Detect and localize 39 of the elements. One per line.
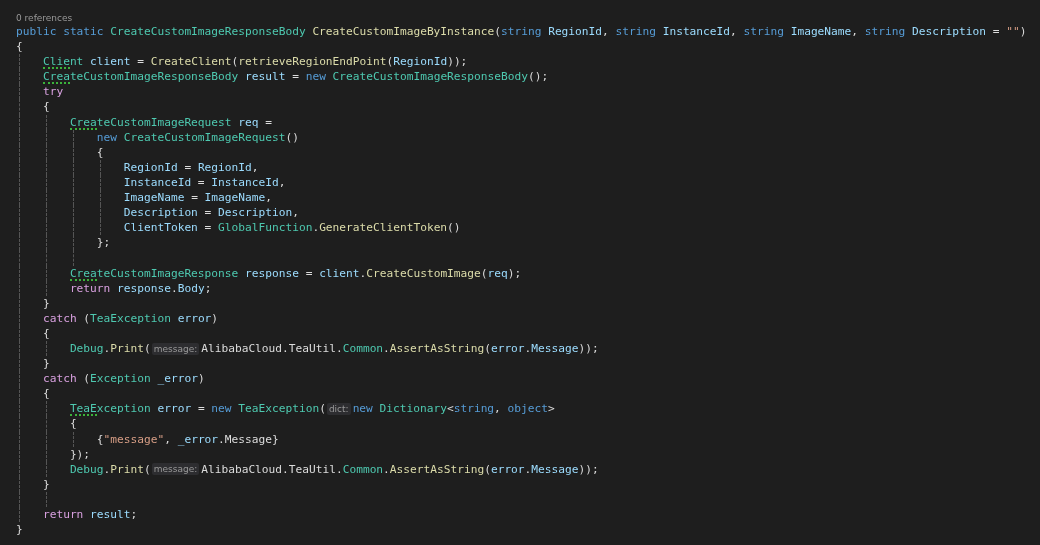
code-line: } xyxy=(16,522,23,538)
code-line: Debug.Print( xyxy=(68,340,151,357)
parameter-hint: message: xyxy=(151,463,200,476)
code-line: CreateCustomImageResponseBody result = new CreateCustomImageResponseBody(); xyxy=(41,69,549,85)
code-line: {"message", _error.Message} xyxy=(95,431,279,447)
code-line: CreateCustomImageResponse response = client.CreateCustomImage(req); xyxy=(68,265,522,281)
references-codelens[interactable]: 0 references xyxy=(16,12,73,24)
code-line: { xyxy=(16,39,23,55)
code-line: AlibabaCloud.TeaUtil.Common.AssertAsString(error.Message)); xyxy=(201,461,599,477)
code-line: Debug.Print( xyxy=(68,461,151,477)
code-line: catch (TeaException error) xyxy=(41,310,219,326)
code-line: }; xyxy=(95,235,111,251)
parameter-hint: dict: xyxy=(326,402,351,415)
code-line: RegionId = RegionId, xyxy=(122,159,259,175)
code-line: { xyxy=(41,386,50,402)
code-line: ClientToken = GlobalFunction.GenerateClientToken() xyxy=(122,220,461,236)
code-line: try xyxy=(41,84,64,100)
code-line: CreateCustomImageRequest req = xyxy=(68,114,272,130)
code-line: return response.Body; xyxy=(68,280,212,296)
code-line: Client client = CreateClient(retrieveRegionEndPoint(RegionId)); xyxy=(41,54,468,70)
code-line: }); xyxy=(68,446,91,462)
code-line: { xyxy=(41,325,50,341)
code-line: AlibabaCloud.TeaUtil.Common.AssertAsString(error.Message)); xyxy=(201,340,599,357)
code-line: public static CreateCustomImageResponseBody CreateCustomImageByInstance(string RegionId, string InstanceId, string ImageName, string Description = "") xyxy=(16,24,1027,40)
code-line: new CreateCustomImageRequest() xyxy=(95,129,299,145)
code-line: TeaException error = new TeaException( xyxy=(68,401,326,417)
code-line: catch (Exception _error) xyxy=(41,371,205,387)
code-line: } xyxy=(41,295,50,311)
parameter-hint: message: xyxy=(151,342,200,355)
code-line: { xyxy=(68,416,77,432)
code-line: } xyxy=(41,356,50,372)
code-line: Description = Description, xyxy=(122,205,299,221)
code-line: ImageName = ImageName, xyxy=(122,190,272,206)
code-line: return result; xyxy=(41,507,138,523)
code-line: } xyxy=(41,476,50,492)
code-line: { xyxy=(95,144,104,160)
code-line: new Dictionary<string, object> xyxy=(352,401,555,417)
code-line: InstanceId = InstanceId, xyxy=(122,174,286,191)
code-line: { xyxy=(41,99,50,115)
